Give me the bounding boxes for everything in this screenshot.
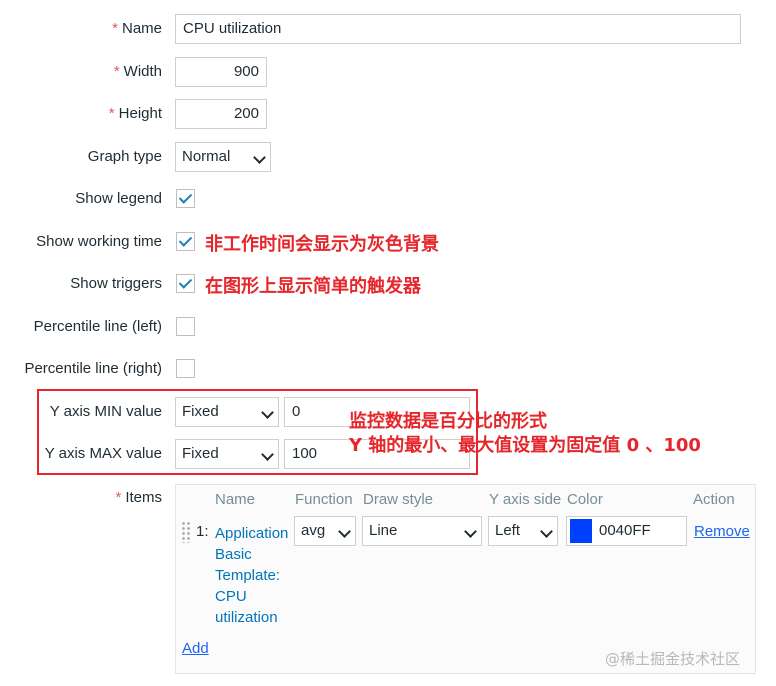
draw-style-select[interactable]: Line [362, 516, 482, 546]
watermark: @稀土掘金技术社区 [605, 650, 741, 668]
color-swatch[interactable] [570, 519, 592, 543]
drag-handle-icon[interactable] [181, 521, 191, 543]
function-select[interactable]: avg [294, 516, 356, 546]
percentile-left-checkbox[interactable] [176, 317, 195, 336]
width-label: * Width [113, 63, 162, 80]
show-legend-label: Show legend [75, 190, 162, 207]
header-color: Color [567, 491, 603, 508]
chevron-down-icon [261, 406, 274, 419]
chevron-down-icon [253, 151, 266, 164]
show-triggers-checkbox[interactable] [176, 274, 195, 293]
items-label: * Items [115, 489, 162, 506]
graph-type-value: Normal [182, 148, 231, 165]
item-name-link[interactable]: Application Basic Template: CPU utilizat… [215, 523, 288, 628]
show-legend-checkbox[interactable] [176, 189, 195, 208]
show-working-time-checkbox[interactable] [176, 232, 195, 251]
show-working-time-label: Show working time [36, 233, 162, 250]
header-function: Function [295, 491, 353, 508]
item-name-line: utilization [215, 609, 278, 626]
remove-link[interactable]: Remove [694, 523, 750, 540]
chevron-down-icon [540, 525, 553, 538]
y-axis-min-label: Y axis MIN value [49, 403, 162, 420]
graph-type-label: Graph type [87, 148, 162, 165]
chevron-down-icon [261, 448, 274, 461]
draw-style-value: Line [369, 522, 398, 539]
required-marker: * [115, 489, 122, 506]
y-axis-max-type-select[interactable]: Fixed [175, 439, 279, 469]
y-axis-side-select[interactable]: Left [488, 516, 558, 546]
y-axis-max-label: Y axis MAX value [44, 445, 162, 462]
item-name-line: Application [215, 525, 289, 542]
header-y-axis-side: Y axis side [489, 491, 562, 508]
percentile-right-checkbox[interactable] [176, 359, 195, 378]
required-marker: * [112, 20, 118, 37]
height-label: * Height [108, 105, 162, 122]
add-item-link[interactable]: Add [182, 640, 209, 657]
required-marker: * [108, 105, 115, 122]
percentile-left-label: Percentile line (left) [33, 318, 162, 335]
header-name: Name [215, 491, 256, 508]
chevron-down-icon [338, 525, 351, 538]
annotation-y-axis-line2: Y 轴的最小、最大值设置为固定值 0 、100 [349, 435, 701, 456]
header-action: Action [693, 491, 735, 508]
checkmark-icon [178, 233, 193, 247]
show-triggers-label: Show triggers [70, 275, 162, 292]
item-name-line: CPU [215, 588, 247, 605]
chevron-down-icon [464, 525, 477, 538]
y-axis-min-type-select[interactable]: Fixed [175, 397, 279, 427]
annotation-triggers: 在图形上显示简单的触发器 [205, 276, 421, 297]
required-marker: * [113, 63, 120, 80]
name-label: * Name [112, 20, 162, 37]
width-input[interactable]: 900 [175, 57, 267, 87]
row-index: 1: [196, 523, 209, 540]
height-input[interactable]: 200 [175, 99, 267, 129]
y-axis-max-type-value: Fixed [182, 445, 219, 462]
checkmark-icon [178, 275, 193, 289]
annotation-working-time: 非工作时间会显示为灰色背景 [205, 234, 439, 255]
checkmark-icon [178, 190, 193, 204]
name-input[interactable]: CPU utilization [175, 14, 741, 44]
function-value: avg [301, 522, 326, 539]
header-draw-style: Draw style [363, 491, 434, 508]
percentile-right-label: Percentile line (right) [24, 360, 162, 377]
y-axis-side-value: Left [495, 522, 521, 539]
y-axis-min-type-value: Fixed [182, 403, 219, 420]
graph-type-select[interactable]: Normal [175, 142, 271, 172]
annotation-y-axis-line1: 监控数据是百分比的形式 [349, 411, 547, 432]
item-name-line: Template: [215, 567, 281, 584]
item-name-line: Basic [215, 546, 252, 563]
